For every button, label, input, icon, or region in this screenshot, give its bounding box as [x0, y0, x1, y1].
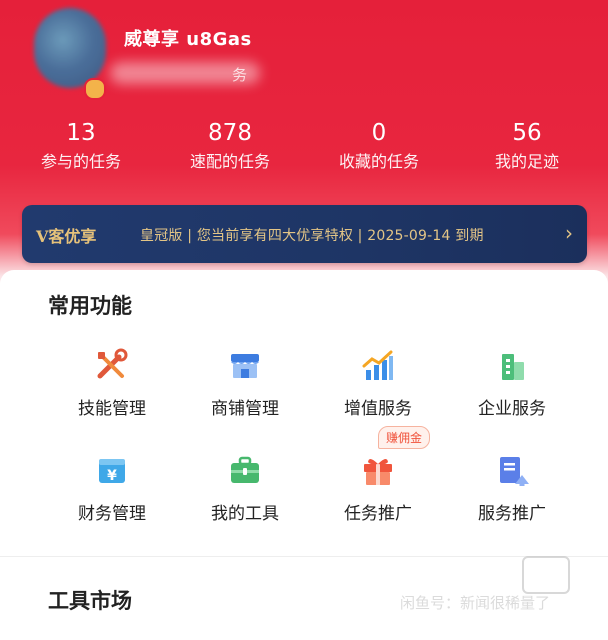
- toolbox-icon: [225, 451, 265, 491]
- svg-text:¥: ¥: [107, 468, 117, 484]
- function-enterprise-services[interactable]: 企业服务: [447, 346, 577, 419]
- stat-label: 参与的任务: [40, 152, 121, 171]
- section-title-tool-market: 工具市场: [48, 589, 132, 613]
- stat-value: 878: [208, 120, 252, 146]
- function-task-promotion[interactable]: 任务推广: [313, 451, 443, 524]
- growth-chart-icon: [358, 346, 398, 386]
- function-label: 商铺管理: [211, 399, 279, 419]
- stat-matched[interactable]: 878 速配的任务: [160, 118, 300, 176]
- function-label: 企业服务: [478, 399, 546, 419]
- badge-icon: [84, 78, 106, 100]
- function-label: 服务推广: [478, 504, 546, 524]
- vip-brand: V客优享: [36, 227, 97, 246]
- section-divider: [0, 556, 608, 557]
- username: 威尊享 u8Gas: [124, 29, 252, 50]
- building-icon: [492, 346, 532, 386]
- stat-label: 我的足迹: [494, 152, 559, 171]
- chevron-right-icon: ›: [565, 221, 573, 245]
- tools-icon: [92, 346, 132, 386]
- function-label: 技能管理: [78, 399, 146, 419]
- stat-label: 收藏的任务: [338, 152, 419, 171]
- stat-value: 56: [512, 120, 542, 146]
- function-my-tools[interactable]: 我的工具: [180, 451, 310, 524]
- function-label: 财务管理: [78, 504, 146, 524]
- stat-footprints[interactable]: 56 我的足迹: [457, 118, 597, 176]
- avatar[interactable]: [34, 8, 106, 88]
- function-finance-management[interactable]: ¥ 财务管理: [47, 451, 177, 524]
- gift-icon: [358, 451, 398, 491]
- stat-favorited[interactable]: 0 收藏的任务: [309, 118, 449, 176]
- function-label: 我的工具: [211, 504, 279, 524]
- stat-participated[interactable]: 13 参与的任务: [11, 118, 151, 176]
- vip-status-text: 皇冠版 | 您当前享有四大优享特权 | 2025-09-14 到期: [140, 228, 484, 244]
- section-title-common-functions: 常用功能: [48, 294, 132, 318]
- function-label: 增值服务: [344, 399, 412, 419]
- function-skill-management[interactable]: 技能管理: [47, 346, 177, 419]
- watermark-logo: [522, 556, 570, 594]
- subtitle-suffix: 务: [232, 66, 248, 84]
- vip-banner[interactable]: V客优享 皇冠版 | 您当前享有四大优享特权 | 2025-09-14 到期 ›: [22, 205, 587, 263]
- stat-label: 速配的任务: [189, 152, 270, 171]
- earn-commission-badge: 赚佣金: [378, 426, 431, 449]
- shop-icon: [225, 346, 265, 386]
- function-label: 任务推广: [344, 504, 412, 524]
- function-value-added-services[interactable]: 增值服务: [313, 346, 443, 419]
- stat-value: 0: [371, 120, 387, 146]
- stat-value: 13: [66, 120, 96, 146]
- function-shop-management[interactable]: 商铺管理: [180, 346, 310, 419]
- document-upload-icon: [492, 451, 532, 491]
- yuan-wallet-icon: ¥: [92, 451, 132, 491]
- watermark-text: 闲鱼号：新闻很稀量了: [400, 594, 551, 612]
- function-service-promotion[interactable]: 服务推广: [447, 451, 577, 524]
